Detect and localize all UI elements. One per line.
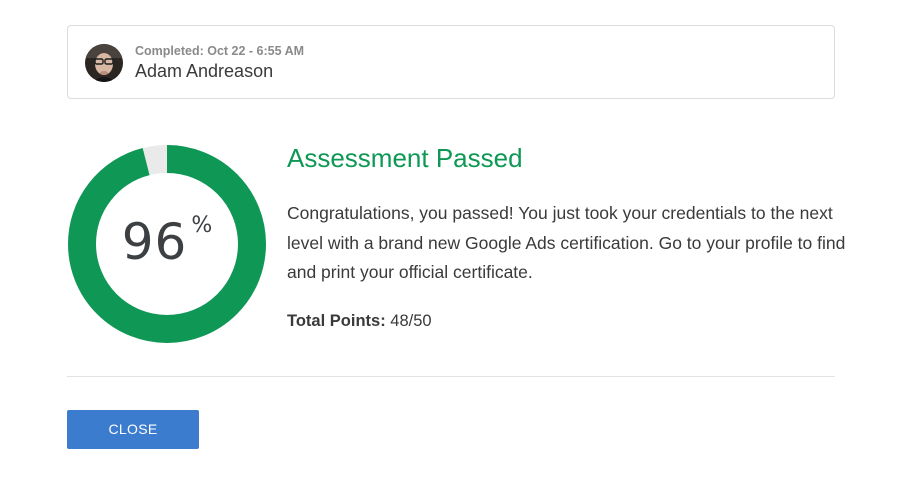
score-readout: 96% (67, 144, 267, 344)
close-button[interactable]: CLOSE (67, 410, 199, 449)
score-donut: 96% (67, 144, 267, 344)
avatar (85, 44, 123, 82)
total-points: Total Points: 48/50 (287, 312, 432, 331)
score-percent-sign: % (191, 213, 213, 238)
avatar-photo-icon (85, 44, 123, 82)
user-card: Completed: Oct 22 - 6:55 AM Adam Andreas… (67, 25, 835, 99)
completed-timestamp: Completed: Oct 22 - 6:55 AM (135, 44, 305, 58)
user-name: Adam Andreason (135, 61, 274, 81)
divider (67, 376, 835, 377)
result-message: Congratulations, you passed! You just to… (287, 203, 846, 282)
result-title: Assessment Passed (287, 143, 523, 173)
score-value: 96 (121, 213, 188, 271)
total-points-value: 48/50 (390, 312, 432, 330)
total-points-label: Total Points: (287, 312, 386, 330)
assessment-result-page: Completed: Oct 22 - 6:55 AM Adam Andreas… (0, 0, 920, 497)
